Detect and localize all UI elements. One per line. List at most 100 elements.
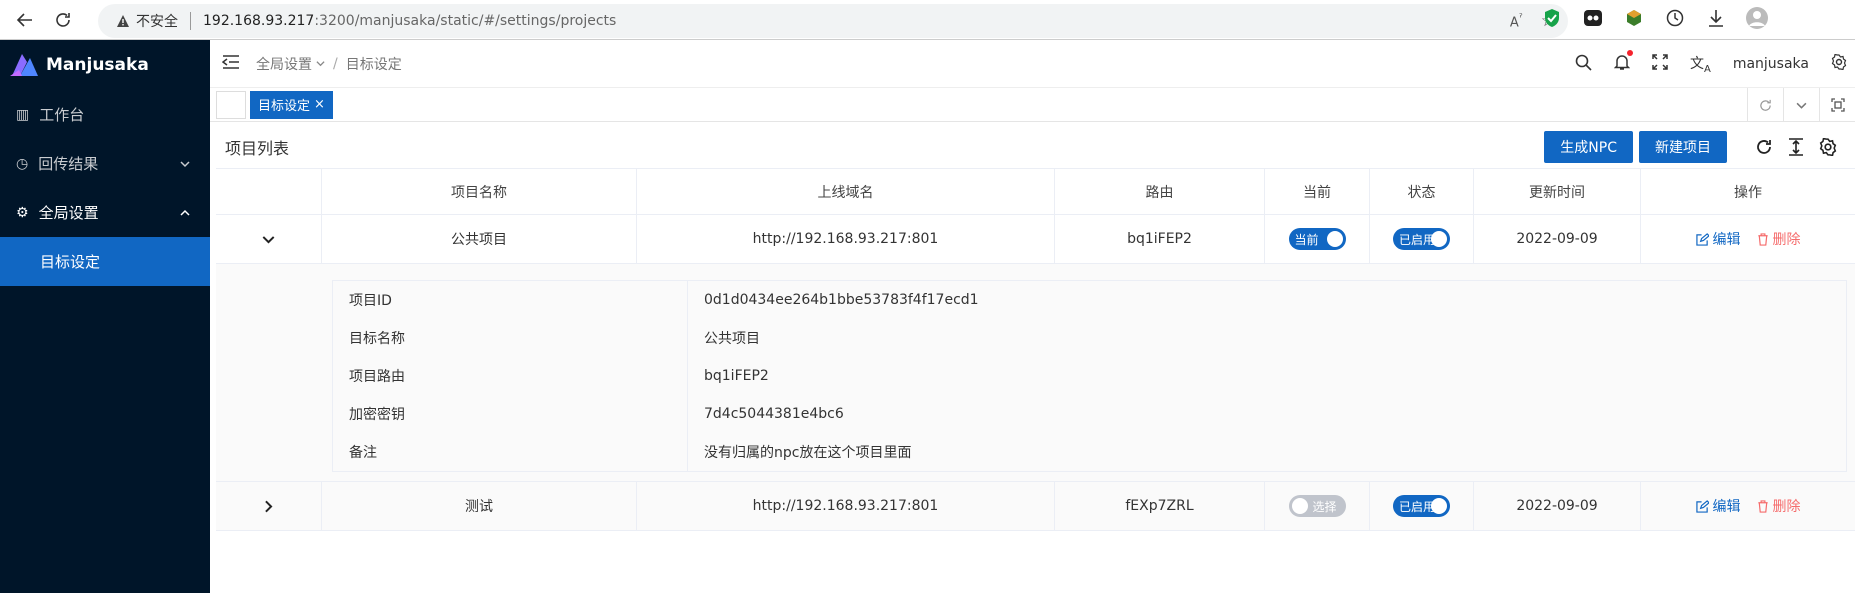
cell-status: 已启用 [1370, 482, 1474, 530]
tab-maximize-icon[interactable] [1819, 88, 1855, 122]
browser-toolbar: 不安全 192.168.93.217:3200/manjusaka/static… [0, 0, 1855, 40]
tab-refresh-icon[interactable] [1747, 88, 1783, 122]
tab-dropdown-icon[interactable] [1783, 88, 1819, 122]
toggle-knob [1291, 498, 1308, 514]
sidebar-item-results[interactable]: ◷ 回传结果 [0, 139, 210, 188]
table-row: 测试 http://192.168.93.217:801 fEXp7ZRL 选择… [216, 482, 1855, 531]
url-host: 192.168.93.217 [203, 13, 315, 29]
toggle-knob [1326, 231, 1343, 247]
history-icon[interactable] [1663, 6, 1687, 30]
detail-label: 备注 [333, 433, 688, 471]
username[interactable]: manjusaka [1733, 56, 1809, 72]
cell-updated: 2022-09-09 [1474, 482, 1641, 530]
sidebar-item-label: 工作台 [39, 106, 85, 124]
search-icon[interactable] [1575, 54, 1592, 75]
table-settings-icon[interactable] [1815, 138, 1841, 156]
read-aloud-icon[interactable]: Aˀ [1510, 11, 1523, 30]
header: 全局设置 / 目标设定 文A manjusaka [210, 40, 1855, 88]
detail-value: 公共项目 [704, 331, 760, 347]
new-project-button[interactable]: 新建项目 [1639, 131, 1727, 163]
gear-icon: ⚙ [16, 204, 29, 221]
refresh-icon[interactable] [1751, 138, 1777, 156]
notification-dot [1626, 50, 1633, 56]
row-expanded-detail: 项目ID 0d1d0434ee264b1bbe53783f4f17ecd1 目标名… [216, 264, 1855, 482]
breadcrumb-separator: / [333, 55, 338, 72]
table-row: 公共项目 http://192.168.93.217:801 bq1iFEP2 … [216, 215, 1855, 264]
detail-label: 项目路由 [333, 357, 688, 395]
address-bar[interactable]: 不安全 192.168.93.217:3200/manjusaka/static… [98, 4, 1568, 38]
detail-row: 备注 没有归属的npc放在这个项目里面 [333, 433, 1846, 471]
sidebar-item-target-settings[interactable]: 目标设定 [0, 237, 210, 286]
sidebar-item-label: 目标设定 [40, 253, 101, 271]
detail-label: 加密密钥 [333, 395, 688, 433]
cell-name: 测试 [322, 482, 637, 530]
collapse-chevron-icon[interactable] [216, 215, 322, 263]
sidebar-item-label: 全局设置 [38, 204, 99, 222]
cell-actions: 编辑 删除 [1641, 215, 1855, 263]
cell-route: bq1iFEP2 [1055, 215, 1265, 263]
settings-gear-icon[interactable] [1831, 53, 1847, 74]
cell-domain: http://192.168.93.217:801 [637, 215, 1055, 263]
detail-row: 目标名称 公共项目 [333, 319, 1846, 357]
edit-button[interactable]: 编辑 [1695, 229, 1741, 249]
edit-label: 编辑 [1712, 232, 1741, 248]
header-name: 项目名称 [322, 169, 637, 214]
security-indicator[interactable]: 不安全 [116, 11, 178, 31]
toggle-knob [1431, 231, 1447, 247]
profile-avatar-icon[interactable] [1745, 6, 1769, 30]
tab-target-settings[interactable]: 目标设定 × [250, 90, 333, 119]
download-icon[interactable] [1704, 6, 1728, 30]
header-status: 状态 [1370, 169, 1474, 214]
status-toggle[interactable]: 已启用 [1393, 495, 1450, 517]
status-toggle[interactable]: 已启用 [1393, 228, 1450, 250]
cell-domain: http://192.168.93.217:801 [637, 482, 1055, 530]
delete-label: 删除 [1772, 499, 1801, 515]
app-name: Manjusaka [46, 55, 149, 75]
sidebar: Manjusaka ▥ 工作台 ◷ 回传结果 ⚙ 全局设置 目标设定 [0, 40, 210, 593]
current-toggle[interactable]: 当前 [1288, 228, 1346, 250]
edit-label: 编辑 [1712, 499, 1741, 515]
breadcrumb-parent[interactable]: 全局设置 [256, 54, 312, 74]
address-separator [190, 12, 191, 30]
back-icon[interactable] [10, 5, 40, 35]
tab-close-icon[interactable]: × [314, 97, 325, 112]
security-label: 不安全 [136, 14, 178, 30]
header-route: 路由 [1055, 169, 1265, 214]
trash-icon [1757, 232, 1768, 246]
extension-icon[interactable] [1581, 6, 1605, 30]
current-toggle[interactable]: 选择 [1288, 495, 1346, 517]
generate-npc-button[interactable]: 生成NPC [1544, 131, 1633, 163]
detail-row: 项目ID 0d1d0434ee264b1bbe53783f4f17ecd1 [333, 281, 1846, 319]
translate-icon[interactable]: 文A [1690, 53, 1711, 75]
detail-value: 7d4c5044381e4bc6 [704, 406, 844, 422]
chevron-down-icon [316, 61, 325, 67]
toggle-label: 已启用 [1399, 232, 1436, 247]
sidebar-item-workbench[interactable]: ▥ 工作台 [0, 90, 210, 139]
menu-fold-icon[interactable] [221, 54, 240, 73]
header-domain: 上线域名 [637, 169, 1055, 214]
delete-button[interactable]: 删除 [1757, 229, 1801, 249]
column-height-icon[interactable] [1783, 138, 1809, 156]
tab-placeholder[interactable] [216, 90, 246, 119]
toggle-knob [1431, 498, 1447, 514]
header-expand [216, 169, 322, 214]
cell-status: 已启用 [1370, 215, 1474, 263]
detail-label: 项目ID [333, 281, 688, 319]
list-toolbar: 项目列表 生成NPC 新建项目 [210, 122, 1855, 172]
cell-actions: 编辑 删除 [1641, 482, 1855, 530]
app-logo[interactable]: Manjusaka [0, 40, 210, 90]
fullscreen-icon[interactable] [1652, 54, 1668, 74]
tabs-bar: 目标设定 × [210, 88, 1855, 122]
chevron-down-icon [180, 160, 190, 167]
detail-row: 加密密钥 7d4c5044381e4bc6 [333, 395, 1846, 433]
edit-button[interactable]: 编辑 [1695, 496, 1741, 516]
cube-extension-icon[interactable] [1622, 6, 1646, 30]
sidebar-item-global-settings[interactable]: ⚙ 全局设置 [0, 188, 210, 237]
shield-extension-icon[interactable] [1540, 6, 1564, 30]
expand-chevron-icon[interactable] [216, 482, 322, 530]
reload-icon[interactable] [48, 5, 78, 35]
url-path: :3200/manjusaka/static/#/settings/projec… [314, 13, 617, 29]
delete-button[interactable]: 删除 [1757, 496, 1801, 516]
toggle-label: 已启用 [1399, 499, 1436, 514]
notification-bell-icon[interactable] [1613, 50, 1633, 75]
